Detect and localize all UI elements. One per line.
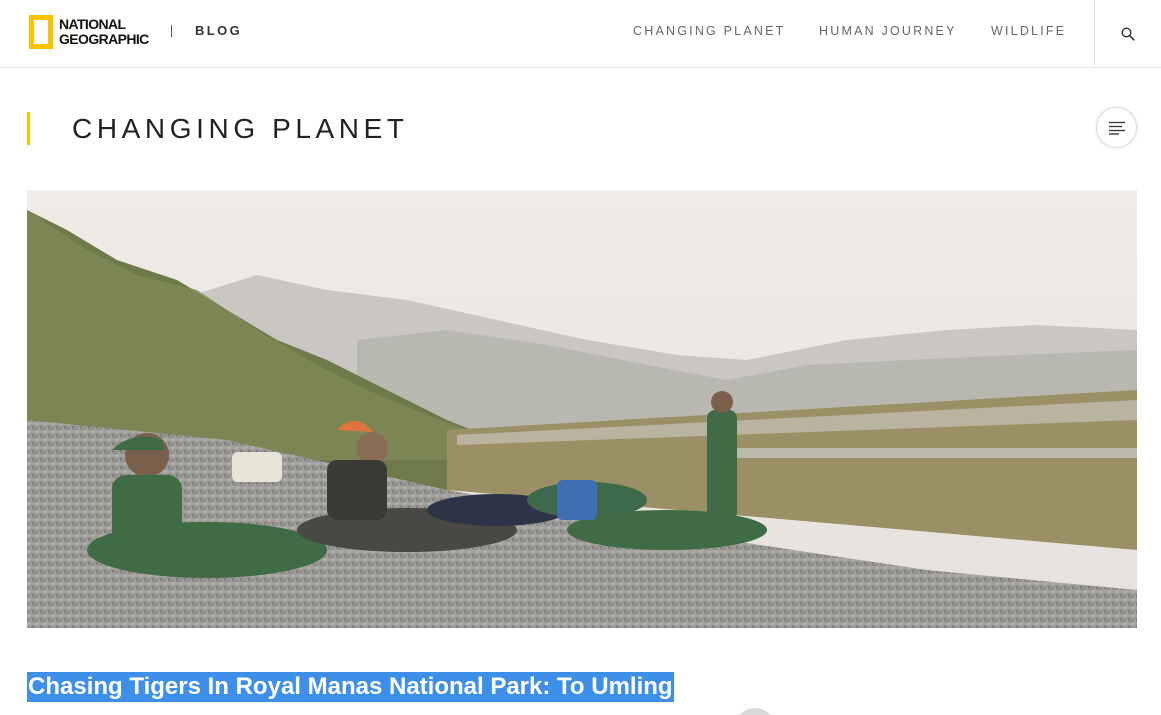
logo-wordmark: NATIONAL GEOGRAPHIC	[59, 17, 149, 47]
site-header: NATIONAL GEOGRAPHIC BLOG CHANGING PLANET…	[0, 0, 1161, 68]
section-menu-button[interactable]	[1096, 107, 1137, 148]
article-headline[interactable]: Chasing Tigers In Royal Manas National P…	[27, 672, 674, 702]
menu-lines-icon	[1108, 121, 1125, 135]
section-title: CHANGING PLANET	[72, 113, 409, 144]
hero-photo	[27, 190, 1137, 628]
logo-line-1: NATIONAL	[59, 16, 126, 32]
natgeo-logo[interactable]: NATIONAL GEOGRAPHIC	[29, 14, 149, 50]
nav-changing-planet[interactable]: CHANGING PLANET	[633, 24, 785, 38]
nav-wildlife[interactable]: WILDLIFE	[991, 24, 1066, 38]
nav-human-journey[interactable]: HUMAN JOURNEY	[819, 24, 957, 38]
author-avatar	[734, 708, 776, 715]
hero-photo-illustration	[27, 190, 1137, 628]
search-button[interactable]	[1094, 0, 1161, 68]
search-icon	[1121, 27, 1135, 41]
section-accent-bar	[27, 112, 30, 145]
header-divider	[171, 25, 172, 37]
logo-line-2: GEOGRAPHIC	[59, 31, 149, 47]
blog-link[interactable]: BLOG	[195, 23, 242, 38]
logo-yellow-border-icon	[29, 15, 53, 49]
